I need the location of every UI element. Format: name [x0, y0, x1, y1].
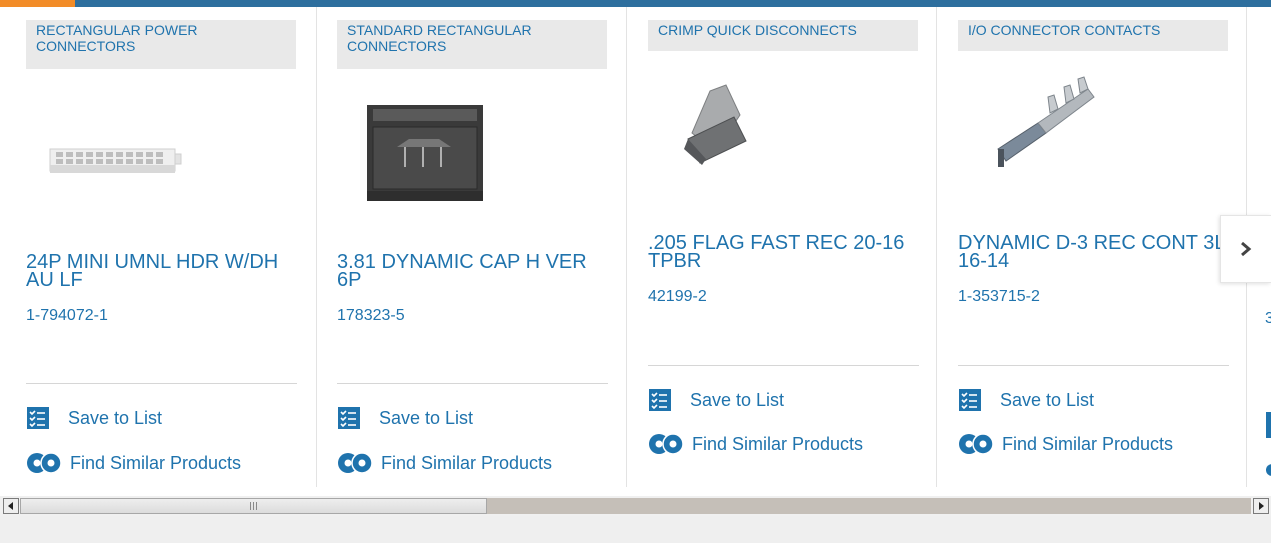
part-number-link[interactable]: 1-353715-2	[958, 288, 1040, 306]
product-title-link[interactable]: .205 FLAG FAST REC 20-16 TPBR	[648, 233, 918, 271]
checklist-icon	[649, 389, 671, 411]
flag-quick-disconnect-image[interactable]	[648, 69, 918, 209]
standard-rectangular-connector-image[interactable]	[337, 87, 607, 227]
card-divider	[26, 383, 297, 384]
category-label[interactable]: STANDARD RECTANGULAR CONNECTORS	[337, 20, 607, 69]
card-separator	[316, 7, 317, 487]
part-number-link[interactable]: 42199-2	[648, 288, 707, 306]
category-label[interactable]: I/O CONNECTOR CONTACTS	[958, 20, 1228, 51]
find-similar-products-button[interactable]: Find Similar Products	[648, 431, 863, 457]
next-card-peek-save-icon	[1266, 412, 1271, 438]
find-similar-label: Find Similar Products	[381, 452, 553, 473]
find-similar-products-button[interactable]: Find Similar Products	[26, 450, 241, 476]
card-divider	[337, 383, 608, 384]
category-label[interactable]: RECTANGULAR POWER CONNECTORS	[26, 20, 296, 69]
save-to-list-label: Save to List	[1000, 389, 1095, 410]
save-to-list-button[interactable]: Save to List	[958, 387, 1094, 413]
product-card[interactable]: I/O CONNECTOR CONTACTS DYNAMIC D-3 REC C…	[958, 7, 1248, 487]
scrollbar-thumb[interactable]	[20, 498, 487, 514]
scroll-left-arrow-icon	[8, 502, 13, 510]
part-number-link[interactable]: 1-794072-1	[26, 307, 108, 325]
card-divider	[958, 365, 1229, 366]
scroll-right-button[interactable]	[1253, 498, 1269, 514]
footer-band	[0, 516, 1271, 543]
find-similar-label: Find Similar Products	[1002, 433, 1174, 454]
card-divider	[648, 365, 919, 366]
save-to-list-button[interactable]: Save to List	[648, 387, 784, 413]
category-label[interactable]: CRIMP QUICK DISCONNECTS	[648, 20, 918, 51]
part-number-link[interactable]: 178323-5	[337, 307, 405, 325]
io-connector-contact-image[interactable]	[958, 69, 1228, 209]
find-similar-products-button[interactable]: Find Similar Products	[958, 431, 1173, 457]
find-similar-label: Find Similar Products	[692, 433, 864, 454]
save-to-list-label: Save to List	[68, 407, 163, 428]
scroll-right-arrow-icon	[1259, 502, 1264, 510]
chevron-right-icon	[1241, 241, 1252, 257]
rectangular-power-connector-image[interactable]	[26, 97, 296, 237]
product-title-link[interactable]: DYNAMIC D-3 REC CONT 3L 16-14	[958, 233, 1228, 271]
top-accent-bar	[0, 0, 1271, 7]
checklist-icon	[338, 407, 360, 429]
save-to-list-button[interactable]: Save to List	[26, 405, 162, 431]
checklist-icon	[959, 389, 981, 411]
product-card[interactable]: RECTANGULAR POWER CONNECTORS 24P MINI UM…	[26, 7, 316, 487]
similar-products-icon	[649, 433, 684, 455]
save-to-list-label: Save to List	[690, 389, 785, 410]
product-title-link[interactable]: 24P MINI UMNL HDR W/DH AU LF	[26, 252, 296, 290]
save-to-list-label: Save to List	[379, 407, 474, 428]
similar-products-icon	[338, 452, 373, 474]
find-similar-label: Find Similar Products	[70, 452, 242, 473]
find-similar-products-button[interactable]: Find Similar Products	[337, 450, 552, 476]
checklist-icon	[27, 407, 49, 429]
product-carousel: RECTANGULAR POWER CONNECTORS 24P MINI UM…	[0, 7, 1271, 487]
product-card[interactable]: STANDARD RECTANGULAR CONNECTORS 3.81 DYN…	[337, 7, 627, 487]
product-card[interactable]: CRIMP QUICK DISCONNECTS .205 FLAG FAST R…	[648, 7, 938, 487]
card-separator	[936, 7, 937, 487]
top-bar-highlight	[0, 0, 75, 7]
similar-products-icon	[27, 452, 62, 474]
horizontal-scrollbar[interactable]	[0, 496, 1271, 516]
scrollbar-track[interactable]	[20, 498, 1251, 514]
scroll-left-button[interactable]	[3, 498, 19, 514]
carousel-next-button[interactable]	[1220, 215, 1271, 283]
next-card-peek-part-number: 3	[1265, 310, 1271, 327]
similar-products-icon	[959, 433, 994, 455]
save-to-list-button[interactable]: Save to List	[337, 405, 473, 431]
next-card-peek-similar-icon	[1266, 464, 1271, 476]
product-title-link[interactable]: 3.81 DYNAMIC CAP H VER 6P	[337, 252, 607, 290]
card-separator	[626, 7, 627, 487]
